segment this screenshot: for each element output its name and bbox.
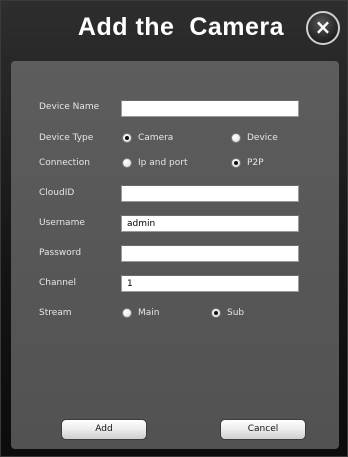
cloud-id-label: CloudID xyxy=(39,188,75,198)
connection-p2p-radio[interactable]: P2P xyxy=(231,158,264,168)
radio-selected-icon xyxy=(211,308,221,318)
connection-ip-port-radio[interactable]: Ip and port xyxy=(122,158,187,168)
device-type-device-label: Device xyxy=(247,133,278,143)
device-type-label: Device Type xyxy=(39,133,94,143)
device-type-camera-radio[interactable]: Camera xyxy=(122,133,173,143)
device-type-camera-label: Camera xyxy=(138,133,174,143)
stream-main-radio[interactable]: Main xyxy=(122,308,160,318)
connection-p2p-label: P2P xyxy=(247,158,264,168)
add-button[interactable]: Add xyxy=(61,419,147,440)
add-camera-dialog: Add the Camera × Device Name Device Type… xyxy=(0,0,348,457)
connection-label: Connection xyxy=(39,158,90,168)
username-field[interactable] xyxy=(121,215,299,232)
form-panel: Device Name Device Type Camera Device Co… xyxy=(11,61,339,449)
radio-unselected-icon xyxy=(122,158,132,168)
stream-sub-radio[interactable]: Sub xyxy=(211,308,244,318)
radio-selected-icon xyxy=(122,133,132,143)
device-name-field[interactable] xyxy=(121,100,299,117)
stream-main-label: Main xyxy=(138,308,160,318)
radio-selected-icon xyxy=(231,158,241,168)
channel-label: Channel xyxy=(39,278,76,288)
cancel-button[interactable]: Cancel xyxy=(220,419,306,440)
stream-label: Stream xyxy=(39,308,72,318)
device-name-label: Device Name xyxy=(39,102,100,112)
cloud-id-field[interactable] xyxy=(121,185,299,202)
close-button[interactable]: × xyxy=(306,11,340,45)
radio-unselected-icon xyxy=(231,133,241,143)
password-field[interactable] xyxy=(121,245,299,262)
device-type-device-radio[interactable]: Device xyxy=(231,133,278,143)
username-label: Username xyxy=(39,218,85,228)
dialog-title: Add the Camera xyxy=(77,13,285,41)
password-label: Password xyxy=(39,248,82,258)
stream-sub-label: Sub xyxy=(227,308,245,318)
connection-ip-port-label: Ip and port xyxy=(138,158,188,168)
close-icon: × xyxy=(314,15,332,39)
radio-unselected-icon xyxy=(122,308,132,318)
channel-field[interactable] xyxy=(121,275,299,292)
